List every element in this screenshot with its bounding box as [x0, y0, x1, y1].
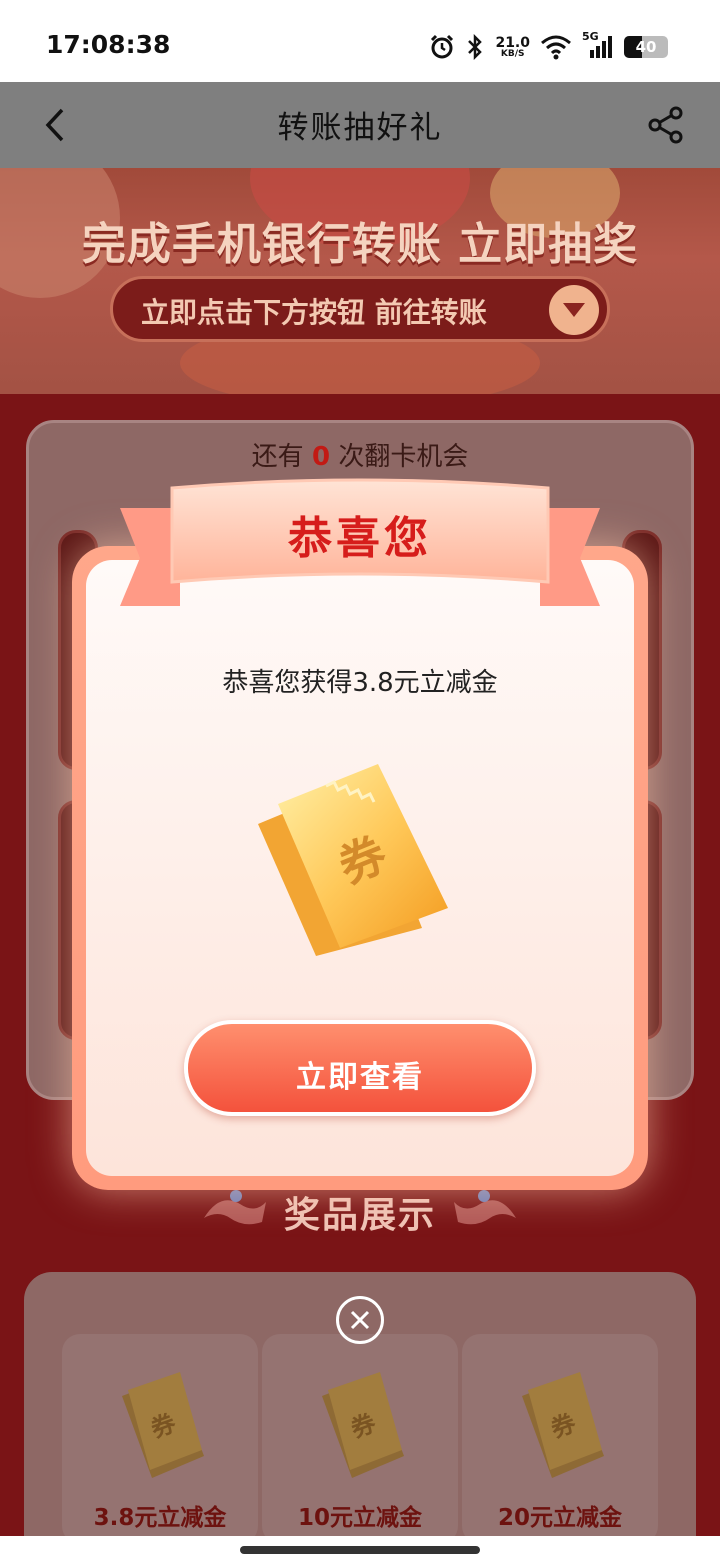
nav-bar: 转账抽好礼 [0, 82, 720, 168]
prize-label: 10元立减金 [297, 1505, 422, 1531]
banner-cta-label: 立即点击下方按钮 前往转账 [141, 296, 487, 329]
alarm-icon [429, 34, 455, 60]
prize-item: 券 20元立减金 [462, 1334, 658, 1544]
prize-item: 券 3.8元立减金 [62, 1334, 258, 1544]
wifi-icon [540, 34, 572, 60]
status-icons: 21.0 KB/S 5G 40 [429, 30, 668, 64]
banner-cta[interactable]: 立即点击下方按钮 前往转账 [110, 276, 610, 342]
home-indicator[interactable] [240, 1546, 480, 1554]
prize-item: 券 10元立减金 [262, 1334, 458, 1544]
decoration-flag-icon [454, 1190, 516, 1225]
share-icon [648, 106, 683, 144]
dialog-title: 恭喜您 [288, 513, 432, 564]
chances-suffix: 次翻卡机会 [338, 442, 469, 472]
chevron-down-button[interactable] [549, 285, 599, 335]
coupon-icon: 券 [522, 1372, 604, 1478]
share-button[interactable] [646, 104, 686, 146]
view-now-label: 立即查看 [296, 1060, 424, 1095]
prize-label: 20元立减金 [497, 1505, 622, 1531]
net-speed: 21.0 KB/S [495, 36, 530, 59]
close-icon [350, 1310, 370, 1330]
chances-prefix: 还有 [251, 442, 304, 472]
prize-label: 3.8元立减金 [93, 1505, 227, 1531]
chances-text: 还有 0 次翻卡机会 [0, 436, 720, 473]
coupon-icon: 券 [322, 1372, 404, 1478]
status-time: 17:08:38 [46, 30, 171, 59]
close-button[interactable] [336, 1296, 384, 1344]
coupon-icon: 券 [258, 764, 448, 956]
banner-headline: 完成手机银行转账 立即抽奖 [81, 219, 639, 270]
bluetooth-icon [465, 34, 485, 60]
coupon-icon: 券 [122, 1372, 204, 1478]
battery-level: 40 [635, 38, 657, 56]
dialog-message: 恭喜您获得3.8元立减金 [222, 668, 498, 698]
battery-icon: 40 [624, 36, 668, 58]
page-title: 转账抽好礼 [277, 110, 443, 146]
chances-count: 0 [311, 442, 331, 472]
view-now-button[interactable]: 立即查看 [184, 1020, 536, 1116]
net-speed-value: 21.0 [495, 34, 530, 51]
chevron-down-icon [563, 303, 585, 317]
signal-icon: 5G [582, 30, 614, 60]
prize-section-title: 奖品展示 [283, 1195, 436, 1236]
network-type: 5G [582, 30, 599, 43]
promo-banner: 完成手机银行转账 立即抽奖 立即点击下方按钮 前往转账 [0, 168, 720, 394]
net-speed-unit: KB/S [500, 48, 525, 59]
status-bar: 17:08:38 21.0 KB/S 5G 40 [0, 0, 720, 82]
